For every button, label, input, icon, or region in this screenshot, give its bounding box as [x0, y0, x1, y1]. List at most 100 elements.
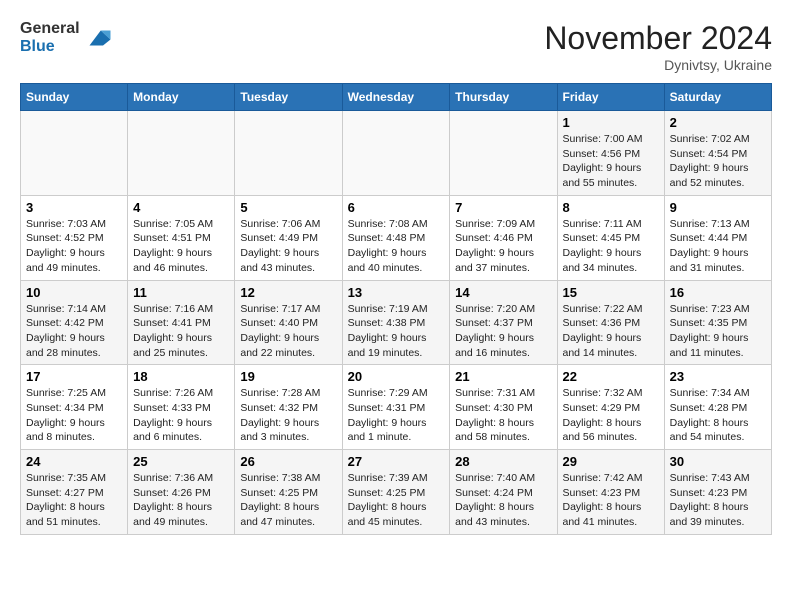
day-info: Sunrise: 7:08 AM Sunset: 4:48 PM Dayligh… [348, 217, 445, 276]
calendar-cell: 15Sunrise: 7:22 AM Sunset: 4:36 PM Dayli… [557, 280, 664, 365]
day-info: Sunrise: 7:36 AM Sunset: 4:26 PM Dayligh… [133, 471, 229, 530]
day-info: Sunrise: 7:40 AM Sunset: 4:24 PM Dayligh… [455, 471, 551, 530]
day-info: Sunrise: 7:16 AM Sunset: 4:41 PM Dayligh… [133, 302, 229, 361]
calendar-cell [21, 111, 128, 196]
calendar-cell: 27 Sunrise: 7:39 AM Sunset: 4:25 PM Dayli… [342, 450, 450, 535]
day-info: Sunrise: 7:28 AM Sunset: 4:32 PM Dayligh… [240, 386, 336, 445]
day-number: 2 [670, 115, 766, 130]
calendar-cell: 25 Sunrise: 7:36 AM Sunset: 4:26 PM Dayli… [128, 450, 235, 535]
calendar-header-wednesday: Wednesday [342, 84, 450, 111]
day-number: 10 [26, 285, 122, 300]
calendar-header-sunday: Sunday [21, 84, 128, 111]
day-info: Sunrise: 7:29 AM Sunset: 4:31 PM Dayligh… [348, 386, 445, 445]
calendar-cell: 5Sunrise: 7:06 AM Sunset: 4:49 PM Daylig… [235, 195, 342, 280]
day-number: 22 [563, 369, 659, 384]
day-info: Sunrise: 7:39 AM Sunset: 4:25 PM Dayligh… [348, 471, 445, 530]
calendar-week-row: 10 Sunrise: 7:14 AM Sunset: 4:42 PM Dayli… [21, 280, 772, 365]
day-info: Sunrise: 7:14 AM Sunset: 4:42 PM Dayligh… [26, 302, 122, 361]
calendar-cell: 16 Sunrise: 7:23 AM Sunset: 4:35 PM Dayli… [664, 280, 771, 365]
day-info: Sunrise: 7:17 AM Sunset: 4:40 PM Dayligh… [240, 302, 336, 361]
calendar-cell: 18 Sunrise: 7:26 AM Sunset: 4:33 PM Dayli… [128, 365, 235, 450]
day-number: 4 [133, 200, 229, 215]
calendar-cell: 26Sunrise: 7:38 AM Sunset: 4:25 PM Dayli… [235, 450, 342, 535]
calendar-cell: 21 Sunrise: 7:31 AM Sunset: 4:30 PM Dayli… [450, 365, 557, 450]
calendar-cell: 30Sunrise: 7:43 AM Sunset: 4:23 PM Dayli… [664, 450, 771, 535]
day-number: 28 [455, 454, 551, 469]
calendar-cell: 23 Sunrise: 7:34 AM Sunset: 4:28 PM Dayli… [664, 365, 771, 450]
header: General Blue November 2024 Dynivtsy, Ukr… [20, 20, 772, 73]
day-number: 3 [26, 200, 122, 215]
calendar-week-row: 17 Sunrise: 7:25 AM Sunset: 4:34 PM Dayli… [21, 365, 772, 450]
day-number: 5 [240, 200, 336, 215]
day-number: 21 [455, 369, 551, 384]
day-info: Sunrise: 7:09 AM Sunset: 4:46 PM Dayligh… [455, 217, 551, 276]
day-info: Sunrise: 7:31 AM Sunset: 4:30 PM Dayligh… [455, 386, 551, 445]
day-info: Sunrise: 7:22 AM Sunset: 4:36 PM Dayligh… [563, 302, 659, 361]
day-info: Sunrise: 7:35 AM Sunset: 4:27 PM Dayligh… [26, 471, 122, 530]
day-info: Sunrise: 7:34 AM Sunset: 4:28 PM Dayligh… [670, 386, 766, 445]
calendar-header-monday: Monday [128, 84, 235, 111]
day-number: 30 [670, 454, 766, 469]
calendar-cell: 3 Sunrise: 7:03 AM Sunset: 4:52 PM Daylig… [21, 195, 128, 280]
day-info: Sunrise: 7:00 AM Sunset: 4:56 PM Dayligh… [563, 132, 659, 191]
day-info: Sunrise: 7:03 AM Sunset: 4:52 PM Dayligh… [26, 217, 122, 276]
calendar-cell: 8Sunrise: 7:11 AM Sunset: 4:45 PM Daylig… [557, 195, 664, 280]
day-number: 16 [670, 285, 766, 300]
title-block: November 2024 Dynivtsy, Ukraine [544, 20, 772, 73]
day-number: 6 [348, 200, 445, 215]
day-number: 19 [240, 369, 336, 384]
month-title: November 2024 [544, 20, 772, 57]
calendar-cell: 11Sunrise: 7:16 AM Sunset: 4:41 PM Dayli… [128, 280, 235, 365]
calendar-cell [235, 111, 342, 196]
day-number: 29 [563, 454, 659, 469]
calendar-week-row: 3 Sunrise: 7:03 AM Sunset: 4:52 PM Daylig… [21, 195, 772, 280]
calendar-header-row: SundayMondayTuesdayWednesdayThursdayFrid… [21, 84, 772, 111]
calendar-cell: 14 Sunrise: 7:20 AM Sunset: 4:37 PM Dayli… [450, 280, 557, 365]
day-number: 20 [348, 369, 445, 384]
calendar-cell: 7 Sunrise: 7:09 AM Sunset: 4:46 PM Daylig… [450, 195, 557, 280]
calendar-table: SundayMondayTuesdayWednesdayThursdayFrid… [20, 83, 772, 535]
day-info: Sunrise: 7:26 AM Sunset: 4:33 PM Dayligh… [133, 386, 229, 445]
day-info: Sunrise: 7:19 AM Sunset: 4:38 PM Dayligh… [348, 302, 445, 361]
calendar-cell: 12 Sunrise: 7:17 AM Sunset: 4:40 PM Dayli… [235, 280, 342, 365]
day-info: Sunrise: 7:11 AM Sunset: 4:45 PM Dayligh… [563, 217, 659, 276]
location: Dynivtsy, Ukraine [544, 57, 772, 73]
calendar-cell: 24 Sunrise: 7:35 AM Sunset: 4:27 PM Dayli… [21, 450, 128, 535]
day-info: Sunrise: 7:32 AM Sunset: 4:29 PM Dayligh… [563, 386, 659, 445]
day-info: Sunrise: 7:13 AM Sunset: 4:44 PM Dayligh… [670, 217, 766, 276]
calendar-week-row: 1 Sunrise: 7:00 AM Sunset: 4:56 PM Daylig… [21, 111, 772, 196]
day-number: 24 [26, 454, 122, 469]
day-number: 7 [455, 200, 551, 215]
day-number: 17 [26, 369, 122, 384]
calendar-cell: 9Sunrise: 7:13 AM Sunset: 4:44 PM Daylig… [664, 195, 771, 280]
day-info: Sunrise: 7:25 AM Sunset: 4:34 PM Dayligh… [26, 386, 122, 445]
day-number: 23 [670, 369, 766, 384]
calendar-cell [450, 111, 557, 196]
day-info: Sunrise: 7:23 AM Sunset: 4:35 PM Dayligh… [670, 302, 766, 361]
calendar-header-tuesday: Tuesday [235, 84, 342, 111]
day-number: 12 [240, 285, 336, 300]
logo-icon [82, 23, 112, 53]
calendar-cell [128, 111, 235, 196]
page: General Blue November 2024 Dynivtsy, Ukr… [0, 0, 792, 545]
calendar-cell: 4Sunrise: 7:05 AM Sunset: 4:51 PM Daylig… [128, 195, 235, 280]
calendar-cell: 13 Sunrise: 7:19 AM Sunset: 4:38 PM Dayli… [342, 280, 450, 365]
calendar-cell [342, 111, 450, 196]
day-number: 1 [563, 115, 659, 130]
calendar-cell: 28 Sunrise: 7:40 AM Sunset: 4:24 PM Dayli… [450, 450, 557, 535]
day-number: 13 [348, 285, 445, 300]
day-info: Sunrise: 7:20 AM Sunset: 4:37 PM Dayligh… [455, 302, 551, 361]
calendar-cell: 2Sunrise: 7:02 AM Sunset: 4:54 PM Daylig… [664, 111, 771, 196]
day-number: 18 [133, 369, 229, 384]
logo-general: General [20, 20, 80, 37]
calendar-header-saturday: Saturday [664, 84, 771, 111]
calendar-header-thursday: Thursday [450, 84, 557, 111]
day-number: 14 [455, 285, 551, 300]
day-number: 25 [133, 454, 229, 469]
calendar-cell: 22 Sunrise: 7:32 AM Sunset: 4:29 PM Dayli… [557, 365, 664, 450]
calendar-header-friday: Friday [557, 84, 664, 111]
calendar-cell: 20 Sunrise: 7:29 AM Sunset: 4:31 PM Dayli… [342, 365, 450, 450]
calendar-cell: 19 Sunrise: 7:28 AM Sunset: 4:32 PM Dayli… [235, 365, 342, 450]
calendar-cell: 10 Sunrise: 7:14 AM Sunset: 4:42 PM Dayli… [21, 280, 128, 365]
day-number: 27 [348, 454, 445, 469]
